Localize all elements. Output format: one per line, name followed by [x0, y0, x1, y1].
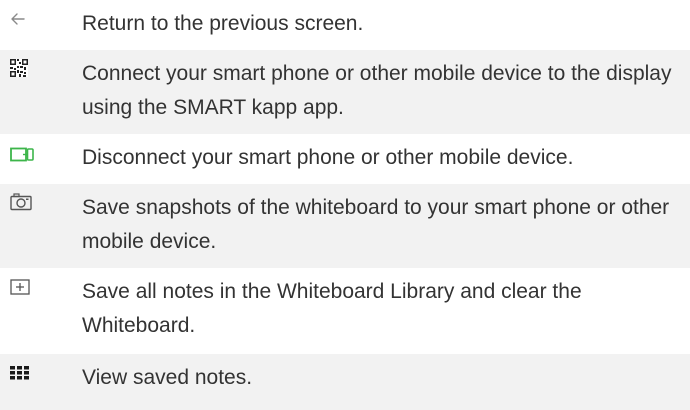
- icon-description-table: Return to the previous screen. Connect y…: [0, 0, 690, 410]
- table-row: Save snapshots of the whiteboard to your…: [0, 184, 690, 268]
- row-description: View saved notes.: [82, 366, 253, 389]
- table-row: Return to the previous screen.: [0, 0, 690, 50]
- row-description: Return to the previous screen.: [82, 12, 364, 35]
- row-description: Save snapshots of the whiteboard to your…: [82, 196, 670, 253]
- row-description: Disconnect your smart phone or other mob…: [82, 146, 574, 169]
- camera-icon: [10, 193, 36, 215]
- back-arrow-icon: [10, 12, 36, 34]
- new-note-icon: [10, 279, 36, 301]
- row-description: Connect your smart phone or other mobile…: [82, 62, 672, 119]
- table-row: View saved notes.: [0, 354, 690, 410]
- table-row: Save all notes in the Whiteboard Library…: [0, 268, 690, 354]
- qr-code-icon: [10, 59, 36, 81]
- grid-icon: [10, 366, 36, 388]
- table-row: Connect your smart phone or other mobile…: [0, 50, 690, 134]
- table-row: Disconnect your smart phone or other mob…: [0, 134, 690, 184]
- disconnect-device-icon: [10, 147, 36, 169]
- row-description: Save all notes in the Whiteboard Library…: [82, 280, 582, 337]
